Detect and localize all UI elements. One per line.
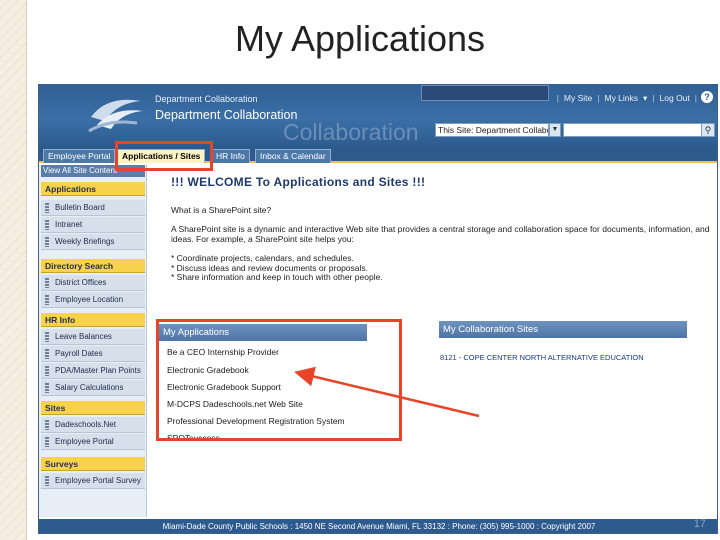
slide-decor-line	[26, 0, 27, 540]
my-links-link[interactable]: My Links	[604, 93, 638, 104]
breadcrumb[interactable]: Department Collaboration	[155, 94, 258, 104]
chevron-down-icon[interactable]: ▾	[643, 93, 647, 104]
sidebar-item-pda-master-plan[interactable]: PDA/Master Plan Points	[41, 363, 145, 379]
logout-link[interactable]: Log Out	[660, 93, 690, 104]
sidebar-item-label: Employee Portal	[55, 437, 114, 446]
sidebar-item-payroll-dates[interactable]: Payroll Dates	[41, 346, 145, 362]
grip-icon	[45, 476, 49, 486]
grip-icon	[45, 295, 49, 305]
link-separator: |	[694, 93, 697, 103]
sidebar-heading-surveys[interactable]: Surveys	[41, 457, 145, 471]
site-footer: Miami-Dade County Public Schools : 1450 …	[39, 519, 717, 533]
tab-inbox-calendar[interactable]: Inbox & Calendar	[255, 149, 331, 163]
sidebar-item-leave-balances[interactable]: Leave Balances	[41, 329, 145, 345]
sharepoint-screenshot: Department Collaboration Department Coll…	[38, 84, 718, 534]
site-title[interactable]: Department Collaboration	[155, 108, 297, 122]
search-icon[interactable]: ⚲	[701, 123, 715, 137]
highlight-box-applications	[156, 319, 402, 441]
sidebar-item-employee-portal-survey[interactable]: Employee Portal Survey	[41, 473, 145, 489]
collab-site-link[interactable]: 8121 - COPE CENTER NORTH ALTERNATIVE EDU…	[440, 353, 650, 362]
grip-icon	[45, 237, 49, 247]
grip-icon	[45, 349, 49, 359]
sidebar-item-label: Intranet	[55, 220, 83, 229]
chevron-down-icon[interactable]: ▼	[549, 123, 561, 137]
quick-launch-sidebar: View All Site Content Applications Bulle…	[39, 165, 147, 517]
sidebar-item-district-offices[interactable]: District Offices	[41, 275, 145, 291]
link-separator: |	[597, 93, 600, 103]
my-site-link[interactable]: My Site	[564, 93, 592, 104]
sidebar-item-label: Payroll Dates	[55, 349, 103, 358]
link-separator: |	[556, 93, 559, 103]
collaboration-sites-header[interactable]: My Collaboration Sites	[439, 321, 687, 338]
welcome-user-box[interactable]	[421, 85, 549, 101]
site-header: Department Collaboration Department Coll…	[39, 85, 717, 147]
sidebar-item-employee-location[interactable]: Employee Location	[41, 292, 145, 308]
sidebar-item-intranet[interactable]: Intranet	[41, 217, 145, 233]
search-input[interactable]	[563, 123, 703, 137]
sidebar-item-label: Weekly Briefings	[55, 237, 115, 246]
collaboration-logo-icon	[88, 99, 143, 133]
grip-icon	[45, 332, 49, 342]
grip-icon	[45, 383, 49, 393]
intro-question: What is a SharePoint site?	[171, 205, 272, 215]
welcome-heading: !!! WELCOME To Applications and Sites !!…	[171, 175, 426, 189]
grip-icon	[45, 366, 49, 376]
sidebar-item-label: PDA/Master Plan Points	[55, 366, 141, 375]
sidebar-item-employee-portal[interactable]: Employee Portal	[41, 434, 145, 450]
search-scope-select[interactable]: This Site: Department Collabor	[435, 123, 549, 137]
link-separator: |	[652, 93, 655, 103]
sidebar-heading-applications[interactable]: Applications	[41, 182, 145, 196]
tab-hr-info[interactable]: HR Info	[211, 149, 250, 163]
tab-employee-portal[interactable]: Employee Portal	[43, 149, 116, 163]
sidebar-item-weekly-briefings[interactable]: Weekly Briefings	[41, 234, 145, 250]
sidebar-item-label: Salary Calculations	[55, 383, 124, 392]
sidebar-item-label: Employee Location	[55, 295, 124, 304]
grip-icon	[45, 220, 49, 230]
sidebar-item-dadeschools-net[interactable]: Dadeschools.Net	[41, 417, 145, 433]
help-icon[interactable]: ?	[701, 91, 713, 103]
sidebar-heading-sites[interactable]: Sites	[41, 401, 145, 415]
slide-decor-band	[0, 0, 26, 540]
grip-icon	[45, 278, 49, 288]
sidebar-item-bulletin-board[interactable]: Bulletin Board	[41, 200, 145, 216]
intro-bullets: * Coordinate projects, calendars, and sc…	[171, 253, 383, 283]
slide-title: My Applications	[234, 18, 486, 59]
slide-number: 17	[693, 518, 706, 530]
sidebar-heading-hr-info[interactable]: HR Info	[41, 313, 145, 327]
header-watermark: Collaboration	[283, 119, 419, 145]
grip-icon	[45, 203, 49, 213]
bullet-item: * Share information and keep in touch wi…	[171, 272, 383, 282]
grip-icon	[45, 420, 49, 430]
grip-icon	[45, 437, 49, 447]
sidebar-item-salary-calculations[interactable]: Salary Calculations	[41, 380, 145, 396]
sidebar-item-label: Dadeschools.Net	[55, 420, 116, 429]
sidebar-item-label: Bulletin Board	[55, 203, 105, 212]
highlight-box-tab	[115, 141, 213, 171]
sidebar-item-label: District Offices	[55, 278, 107, 287]
sidebar-item-label: Employee Portal Survey	[55, 476, 141, 485]
sidebar-heading-directory-search[interactable]: Directory Search	[41, 259, 145, 273]
header-links: | My Site | My Links ▾ | Log Out |	[557, 93, 697, 104]
sidebar-item-label: Leave Balances	[55, 332, 112, 341]
intro-paragraph: A SharePoint site is a dynamic and inter…	[171, 224, 710, 244]
